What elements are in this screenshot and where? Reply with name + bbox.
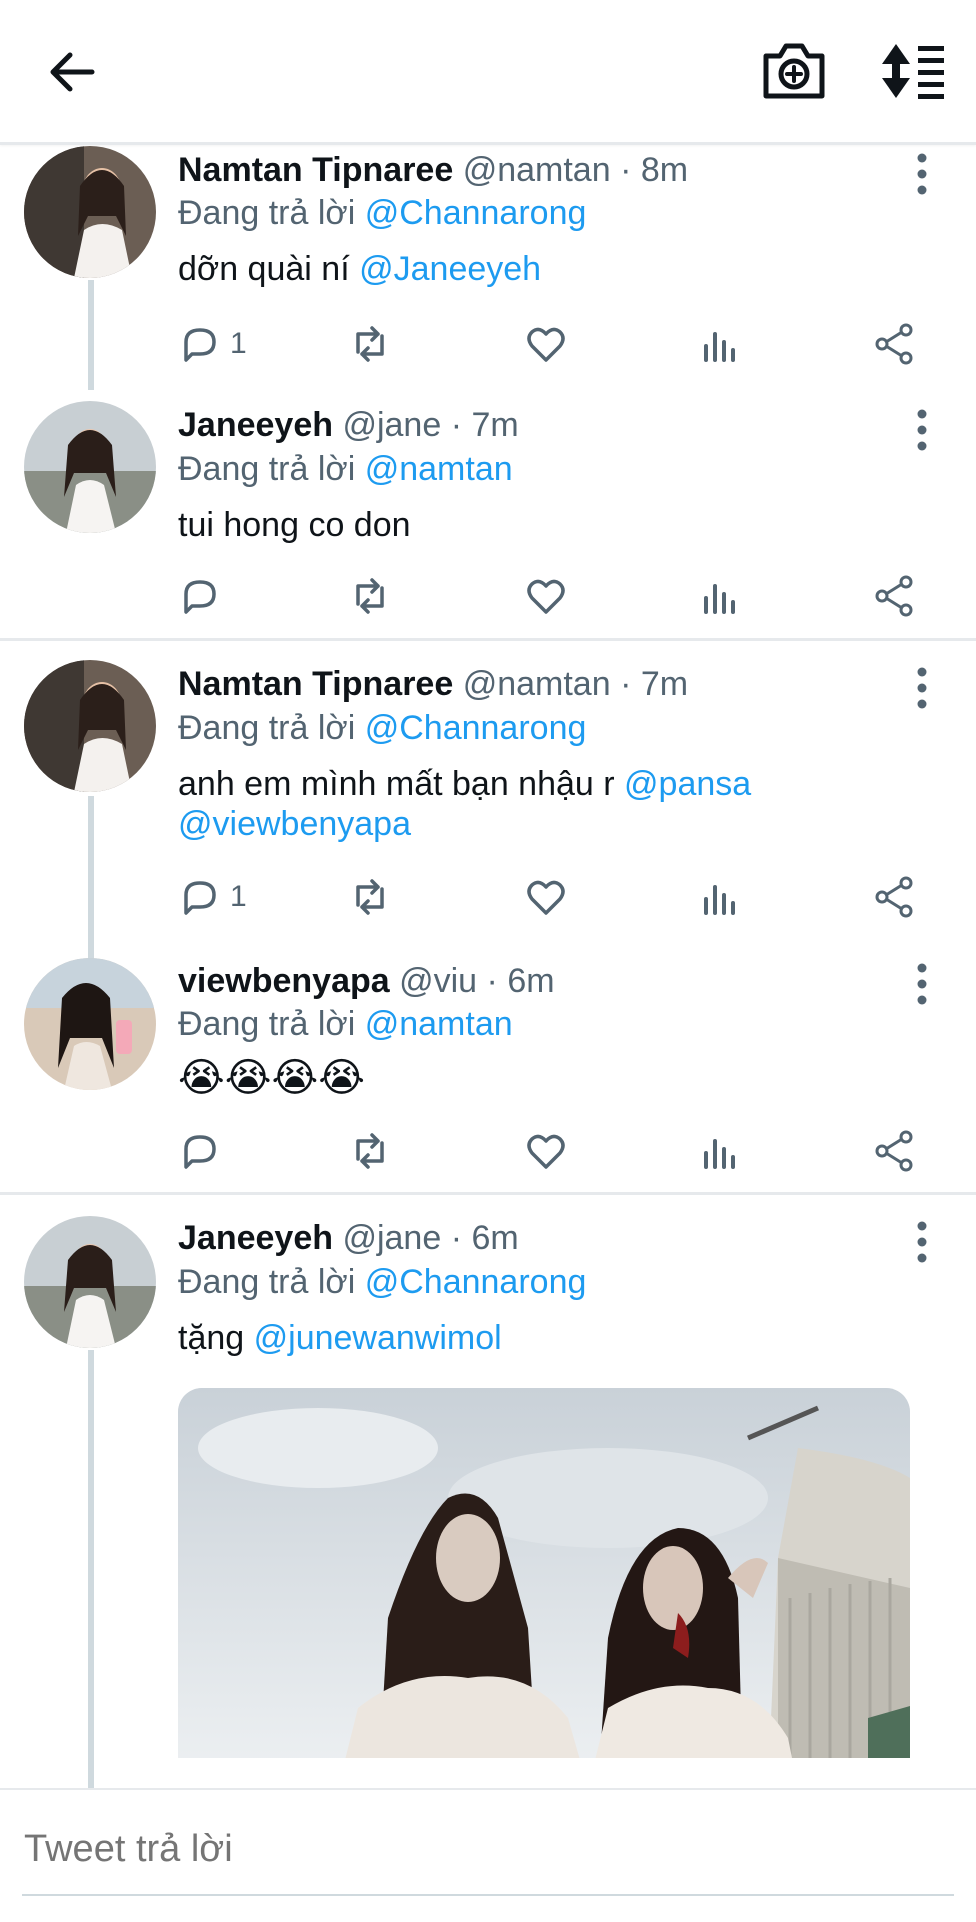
author-handle[interactable]: @jane	[342, 1219, 441, 1257]
reply-composer	[0, 1788, 976, 1922]
reply-prefix: Đang trả lời	[178, 1263, 356, 1301]
tweet-time: 6m	[471, 1219, 519, 1257]
more-options-icon[interactable]	[906, 1220, 938, 1264]
input-underline	[22, 1894, 954, 1896]
tweet-header: Janeeyeh @jane · 6m	[178, 1218, 519, 1258]
author-name[interactable]: Janeeyeh	[178, 1219, 333, 1257]
tweet-text-content: tặng	[178, 1319, 245, 1357]
avatar[interactable]	[24, 1216, 156, 1348]
tweet-media-image[interactable]	[178, 1388, 910, 1758]
reply-input[interactable]	[22, 1820, 926, 1878]
mention-link[interactable]: @junewanwimol	[254, 1319, 502, 1357]
tweet-text: tặng @junewanwimol	[178, 1318, 938, 1358]
separator-dot: ·	[450, 1219, 463, 1257]
tweet-item[interactable]: Janeeyeh @jane · 6m Đang trả lời @Channa…	[0, 0, 976, 1788]
reply-context: Đang trả lời @Channarong	[178, 1262, 586, 1302]
thread-line	[88, 1350, 94, 1788]
reply-to-mention[interactable]: @Channarong	[365, 1263, 587, 1301]
